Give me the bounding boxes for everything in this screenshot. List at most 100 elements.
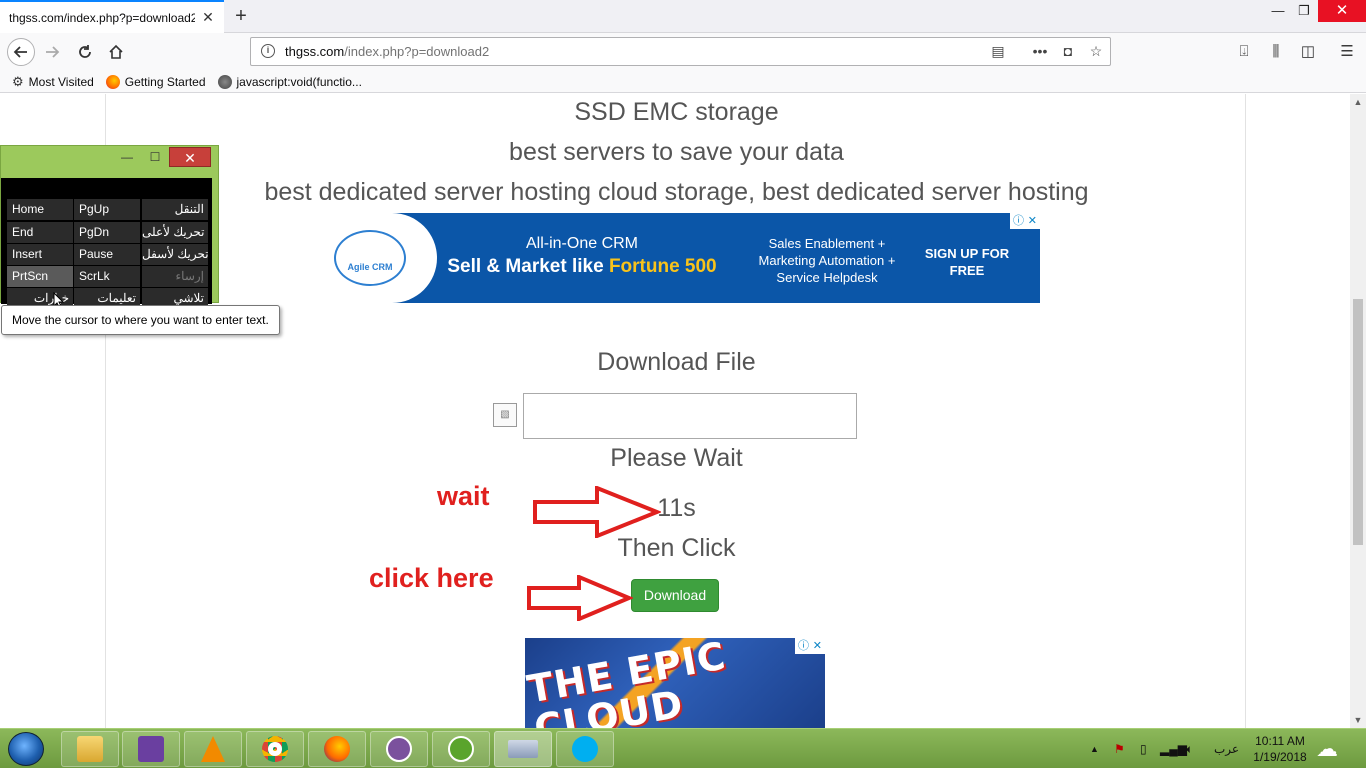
adchoices-icon[interactable]: ⓘ bbox=[1013, 213, 1024, 229]
key-pgdn[interactable]: PgDn bbox=[74, 222, 140, 243]
forward-button[interactable] bbox=[38, 38, 66, 66]
folder-icon bbox=[77, 736, 103, 762]
ad-cloud-text: THE EPIC CLOUD bbox=[525, 638, 730, 728]
battery-icon[interactable]: ▯ bbox=[1140, 729, 1147, 768]
ad-choices[interactable]: ⓘ ✕ bbox=[1010, 213, 1040, 229]
page-container: SSD EMC storage best servers to save you… bbox=[105, 94, 1246, 728]
ad-features: Sales Enablement + Marketing Automation … bbox=[758, 236, 896, 285]
please-wait: Please Wait bbox=[610, 444, 743, 472]
taskbar-utorrent[interactable] bbox=[432, 731, 490, 767]
taskbar-viber[interactable] bbox=[370, 731, 428, 767]
home-button[interactable] bbox=[102, 38, 130, 66]
browser-tab-active[interactable]: thgss.com/index.php?p=download2 ✕ bbox=[0, 0, 224, 33]
site-info-icon[interactable]: i bbox=[261, 44, 275, 58]
language-indicator[interactable]: عرب bbox=[1214, 729, 1239, 768]
bookmark-javascript[interactable]: javascript:void(functio... bbox=[217, 74, 362, 89]
utorrent-icon bbox=[448, 736, 474, 762]
tray-expand-icon[interactable]: ▲ bbox=[1090, 729, 1099, 768]
taskbar-visual-studio[interactable] bbox=[122, 731, 180, 767]
page-scrollbar[interactable]: ▲ ▼ bbox=[1350, 94, 1366, 728]
key-end[interactable]: End bbox=[7, 222, 73, 243]
reader-view-icon[interactable]: ▤ bbox=[989, 43, 1007, 60]
annotation-wait: wait bbox=[437, 481, 490, 511]
address-bar[interactable]: i thgss.com/index.php?p=download2 ▤ ••• … bbox=[250, 37, 1111, 66]
ad-close-icon[interactable]: ✕ bbox=[813, 638, 822, 654]
osk-maximize-icon[interactable]: ☐ bbox=[145, 147, 165, 167]
key-scrlk[interactable]: ScrLk bbox=[74, 266, 140, 287]
heading-ssd: SSD EMC storage bbox=[574, 98, 779, 126]
key-insert[interactable]: Insert bbox=[7, 244, 73, 265]
reload-button[interactable] bbox=[71, 38, 99, 66]
adchoices-icon[interactable]: ⓘ bbox=[798, 638, 809, 654]
bookmark-star-icon[interactable]: ☆ bbox=[1087, 43, 1105, 60]
visual-studio-icon bbox=[138, 736, 164, 762]
url-text[interactable]: thgss.com/index.php?p=download2 bbox=[285, 44, 489, 59]
ad-subheadline: Sell & Market like Fortune 500 bbox=[447, 256, 717, 278]
url-path: /index.php?p=download2 bbox=[344, 44, 490, 59]
ad-signup[interactable]: SIGN UP FOR FREE bbox=[922, 245, 1012, 279]
arrow-right-icon bbox=[527, 575, 633, 621]
system-clock[interactable]: 10:11 AM 1/19/2018 bbox=[1250, 733, 1310, 765]
back-button[interactable] bbox=[7, 38, 35, 66]
ad-choices-bottom[interactable]: ⓘ ✕ bbox=[795, 638, 825, 654]
home-icon bbox=[109, 44, 123, 59]
file-frame bbox=[523, 393, 857, 439]
osk-minimize-icon[interactable]: — bbox=[117, 147, 137, 167]
taskbar-skype[interactable] bbox=[556, 731, 614, 767]
tab-title: thgss.com/index.php?p=download2 bbox=[9, 10, 195, 25]
download-title: Download File bbox=[597, 348, 756, 376]
reload-icon bbox=[79, 45, 91, 58]
network-signal-icon[interactable]: ▂▄▆ bbox=[1160, 729, 1187, 768]
ad-highlight: Fortune 500 bbox=[608, 256, 717, 277]
new-tab-icon[interactable]: + bbox=[231, 4, 251, 28]
volume-icon[interactable]: 🔈︎ bbox=[1186, 729, 1193, 768]
countdown: 11s bbox=[657, 494, 696, 522]
osk-keys-area: Home PgUp التنقل End PgDn تحريك لأعلى In… bbox=[1, 178, 212, 309]
scroll-down-icon[interactable]: ▼ bbox=[1350, 712, 1366, 728]
key-pause[interactable]: Pause bbox=[74, 244, 140, 265]
clock-time: 10:11 AM bbox=[1255, 734, 1305, 748]
bookmark-getting-started[interactable]: Getting Started bbox=[105, 74, 206, 89]
ad-banner-cloud[interactable]: THE EPIC CLOUD ⓘ ✕ bbox=[525, 638, 825, 728]
pocket-icon[interactable]: ◘ bbox=[1059, 43, 1077, 59]
chrome-icon bbox=[262, 736, 288, 762]
close-window-icon[interactable]: ✕ bbox=[1318, 0, 1366, 22]
downloads-icon[interactable]: ⍗ bbox=[1235, 43, 1253, 61]
heading-hosting: best dedicated server hosting cloud stor… bbox=[264, 178, 1089, 206]
download-button[interactable]: Download bbox=[631, 579, 719, 612]
ad-brand: Agile CRM bbox=[347, 262, 393, 272]
taskbar-chrome[interactable] bbox=[246, 731, 304, 767]
taskbar-explorer[interactable] bbox=[61, 731, 119, 767]
ad-close-icon[interactable]: ✕ bbox=[1028, 213, 1037, 229]
bookmark-most-visited[interactable]: ⚙ Most Visited bbox=[12, 74, 94, 90]
library-icon[interactable]: ⫼ bbox=[1267, 43, 1285, 61]
taskbar-vlc[interactable] bbox=[184, 731, 242, 767]
key-pgup[interactable]: PgUp bbox=[74, 199, 140, 220]
hamburger-menu-icon[interactable]: ☰ bbox=[1338, 43, 1356, 61]
scroll-thumb[interactable] bbox=[1353, 299, 1363, 545]
key-prtscn[interactable]: PrtScn bbox=[7, 266, 73, 287]
sidebar-icon[interactable]: ◫ bbox=[1299, 43, 1317, 61]
skype-icon bbox=[572, 736, 598, 762]
taskbar-onscreen-keyboard[interactable] bbox=[494, 731, 552, 767]
ad-banner-crm[interactable]: Agile CRM All-in-One CRM Sell & Market l… bbox=[312, 213, 1040, 303]
key-nav[interactable]: التنقل bbox=[142, 199, 208, 220]
arrow-right-icon bbox=[533, 486, 661, 538]
osk-close-icon[interactable]: ✕ bbox=[169, 147, 211, 167]
page-actions-icon[interactable]: ••• bbox=[1031, 43, 1049, 59]
globe-icon bbox=[217, 74, 232, 89]
action-center-flag-icon[interactable]: ⚑ bbox=[1114, 729, 1125, 768]
key-move-down[interactable]: تحريك لأسفل bbox=[142, 244, 208, 265]
tab-close-icon[interactable]: ✕ bbox=[200, 9, 216, 26]
key-dock[interactable]: إرساء bbox=[142, 266, 208, 287]
bookmarks-toolbar: ⚙ Most Visited Getting Started javascrip… bbox=[0, 71, 1366, 93]
ad-logo: Agile CRM bbox=[312, 213, 437, 303]
start-button[interactable] bbox=[8, 732, 44, 766]
scroll-up-icon[interactable]: ▲ bbox=[1350, 94, 1366, 110]
vlc-icon bbox=[201, 736, 225, 762]
clock-date: 1/19/2018 bbox=[1253, 750, 1307, 764]
taskbar-firefox[interactable] bbox=[308, 731, 366, 767]
weather-cloud-icon[interactable]: ☁ bbox=[1316, 729, 1338, 768]
key-home[interactable]: Home bbox=[7, 199, 73, 220]
key-move-up[interactable]: تحريك لأعلى bbox=[142, 222, 208, 243]
